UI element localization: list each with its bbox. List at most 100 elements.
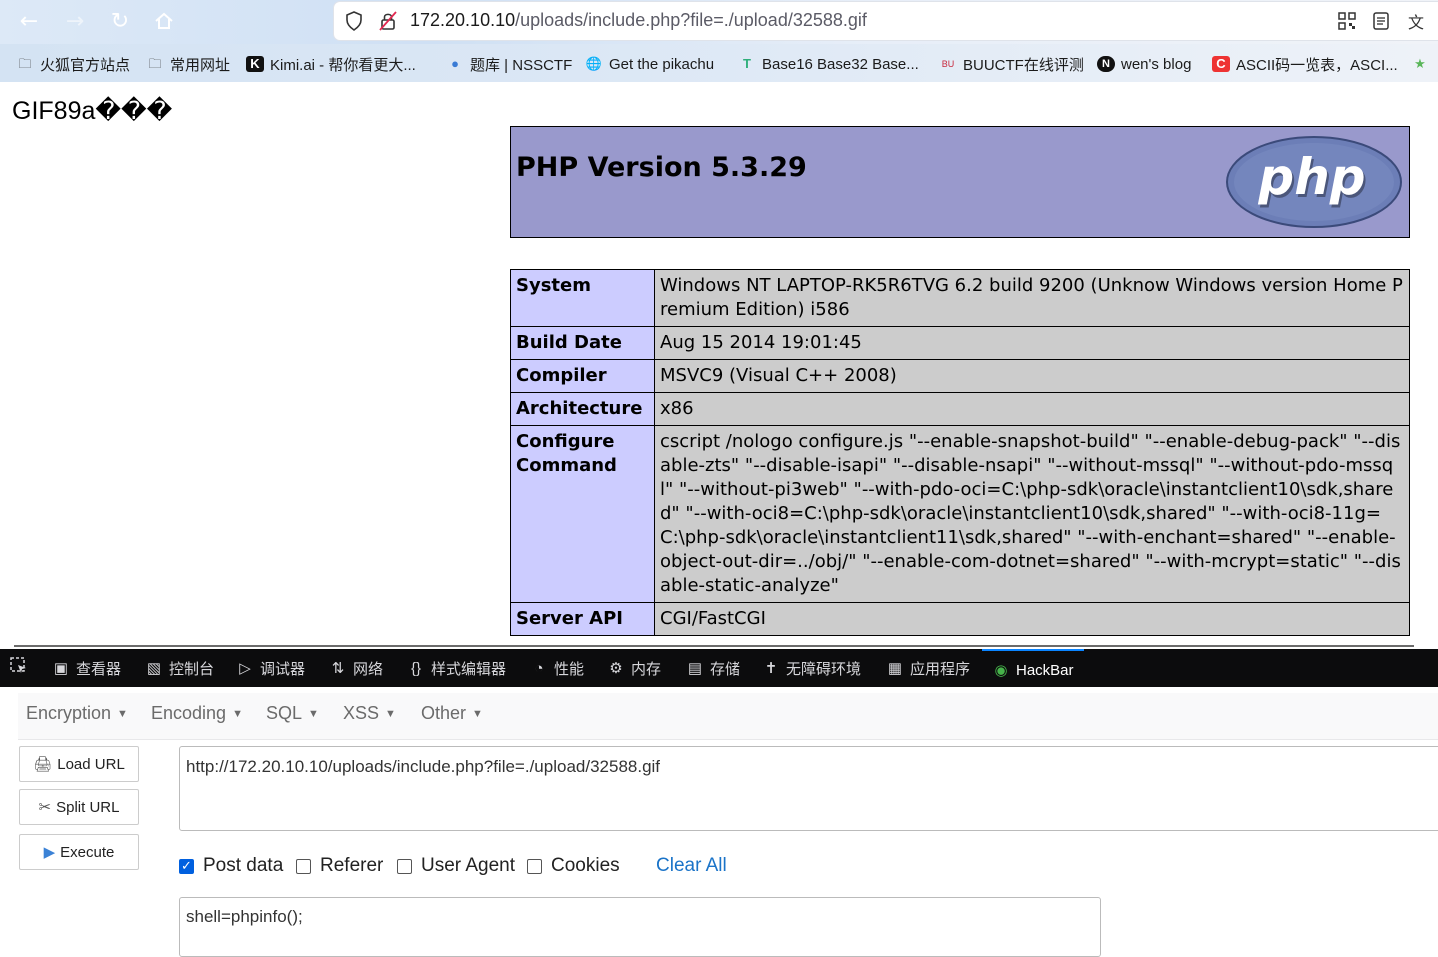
menu-encoding[interactable]: Encoding ▼	[151, 703, 243, 724]
caret-down-icon: ▼	[385, 708, 396, 721]
referer-checkbox[interactable]: Referer	[296, 855, 383, 877]
bookmark-nssctf[interactable]: ● 题库 | NSSCTF	[446, 54, 572, 74]
menu-label: XSS	[343, 703, 380, 723]
clear-all-link[interactable]: Clear All	[656, 855, 727, 877]
table-row: Architecture x86	[510, 392, 1410, 426]
shield-icon[interactable]	[344, 11, 364, 31]
tab-style-editor[interactable]: {} 样式编辑器	[407, 649, 506, 687]
menu-xss[interactable]: XSS ▼	[343, 703, 396, 724]
reader-view-icon[interactable]	[1371, 11, 1391, 31]
tab-label: 样式编辑器	[431, 660, 507, 678]
info-key: Configure Command	[510, 425, 655, 603]
tab-performance[interactable]: ◔ 性能	[530, 649, 584, 687]
checkbox-label: Cookies	[551, 855, 620, 876]
menu-label: SQL	[266, 703, 303, 723]
star-icon: ★	[1414, 56, 1426, 71]
bookmark-label: wen's blog	[1121, 55, 1192, 73]
info-value: Aug 15 2014 19:01:45	[654, 326, 1410, 360]
menu-other[interactable]: Other ▼	[421, 703, 483, 724]
tab-label: 调试器	[260, 660, 306, 678]
accessibility-icon: ✝	[764, 660, 778, 677]
bookmark-pikachu[interactable]: 🌐 Get the pikachu	[585, 54, 714, 74]
php-version-title: PHP Version 5.3.29	[516, 152, 807, 183]
url-text[interactable]: 172.20.10.10/uploads/include.php?file=./…	[410, 10, 867, 31]
execute-button[interactable]: ▶ Execute	[19, 834, 139, 870]
bookmark-wens-blog[interactable]: Nwen's blog	[1097, 54, 1191, 74]
phpinfo-header: PHP Version 5.3.29 php php	[510, 126, 1410, 238]
globe-icon: 🌐	[585, 56, 603, 71]
home-icon[interactable]	[151, 8, 177, 34]
folder-icon: 🗀	[18, 56, 32, 71]
forward-icon[interactable]: →	[62, 8, 88, 34]
style-editor-icon: {}	[410, 659, 422, 677]
reload-icon[interactable]: ↻	[107, 8, 133, 34]
qr-code-icon[interactable]	[1337, 11, 1357, 31]
tab-memory[interactable]: ⚙ 内存	[607, 649, 661, 687]
cookies-checkbox[interactable]: Cookies	[527, 855, 620, 877]
bookmark-label: Kimi.ai - 帮你看更大...	[270, 56, 416, 74]
menu-sql[interactable]: SQL ▼	[266, 703, 319, 724]
tab-network[interactable]: ⇅ 网络	[329, 649, 383, 687]
browser-toolbar: ← → ↻ 172.20.10.10/uploads/include.php?f…	[0, 0, 1438, 44]
memory-icon: ⚙	[609, 660, 623, 677]
bookmark-label: ASCII码一览表，ASCI...	[1236, 56, 1398, 74]
tab-storage[interactable]: ▤ 存储	[686, 649, 740, 687]
bookmark-label: 题库 | NSSCTF	[470, 56, 573, 74]
button-label: Split URL	[56, 798, 120, 816]
tab-label: 应用程序	[910, 660, 971, 678]
buuctf-icon: BU	[941, 59, 955, 69]
checkbox-checked-icon: ✓	[179, 858, 194, 874]
hackbar-panel: Encryption ▼ Encoding ▼ SQL ▼ XSS ▼ Other ▼ 🖨…	[0, 687, 1438, 957]
php-logo[interactable]: php php	[1225, 135, 1403, 233]
checkbox-icon	[296, 858, 311, 874]
checkbox-icon	[397, 858, 412, 874]
bookmark-base16[interactable]: T Base16 Base32 Base...	[738, 54, 919, 74]
tab-console[interactable]: ▧ 控制台	[145, 649, 214, 687]
play-icon: ▶	[43, 844, 56, 861]
tab-accessibility[interactable]: ✝ 无障碍环境	[762, 649, 861, 687]
bookmark-common-sites[interactable]: 🗀 常用网址	[146, 54, 230, 74]
tab-label: HackBar	[1016, 661, 1074, 679]
user-agent-checkbox[interactable]: User Agent	[397, 855, 515, 877]
bookmark-buuctf[interactable]: BU BUUCTF在线评测	[939, 54, 1084, 74]
caret-down-icon: ▼	[117, 708, 128, 721]
network-icon: ⇅	[331, 660, 345, 677]
load-icon: 🖨	[33, 756, 53, 773]
info-key: Server API	[510, 602, 655, 636]
caret-down-icon: ▼	[472, 708, 483, 721]
page-horizontal-scrollbar[interactable]	[14, 645, 1414, 647]
caret-down-icon: ▼	[308, 708, 319, 721]
tab-label: 无障碍环境	[786, 660, 862, 678]
split-url-button[interactable]: ✂ Split URL	[19, 789, 139, 825]
post-data-checkbox[interactable]: ✓ Post data	[179, 855, 283, 877]
table-row: Server API CGI/FastCGI	[510, 602, 1410, 636]
folder-icon: 🗀	[148, 56, 162, 71]
bookmark-firefox-official[interactable]: 🗀 火狐官方站点	[16, 54, 130, 74]
nssctf-icon: ●	[451, 56, 459, 71]
tab-application[interactable]: ▦ 应用程序	[886, 649, 970, 687]
back-icon[interactable]: ←	[16, 8, 42, 34]
bookmark-ascii-table[interactable]: C ASCII码一览表，ASCI...	[1212, 54, 1398, 74]
info-key: System	[510, 269, 655, 327]
element-picker-button[interactable]	[10, 649, 34, 687]
base-icon: T	[743, 56, 751, 71]
menu-label: Encoding	[151, 703, 227, 723]
url-textarea[interactable]: http://172.20.10.10/uploads/include.php?…	[179, 746, 1438, 831]
storage-icon: ▤	[687, 660, 703, 677]
info-value: x86	[654, 392, 1410, 426]
info-key: Build Date	[510, 326, 655, 360]
url-bar[interactable]: 172.20.10.10/uploads/include.php?file=./…	[334, 2, 1438, 40]
tab-hackbar[interactable]: ◉ HackBar	[982, 649, 1084, 689]
php-logo-text: php	[1257, 148, 1365, 206]
bookmark-overflow[interactable]: ★	[1411, 54, 1435, 74]
menu-label: Encryption	[26, 703, 112, 723]
menu-encryption[interactable]: Encryption ▼	[26, 703, 128, 724]
tab-inspector[interactable]: ▣ 查看器	[52, 649, 121, 687]
info-key: Compiler	[510, 359, 655, 393]
load-url-button[interactable]: 🖨 Load URL	[19, 746, 139, 782]
bookmark-kimi[interactable]: K Kimi.ai - 帮你看更大...	[246, 54, 416, 74]
tab-debugger[interactable]: ▷ 调试器	[236, 649, 305, 687]
post-data-textarea[interactable]: shell=phpinfo();	[179, 897, 1101, 957]
insecure-lock-icon[interactable]	[378, 11, 398, 31]
translate-icon[interactable]: 文	[1406, 11, 1426, 32]
